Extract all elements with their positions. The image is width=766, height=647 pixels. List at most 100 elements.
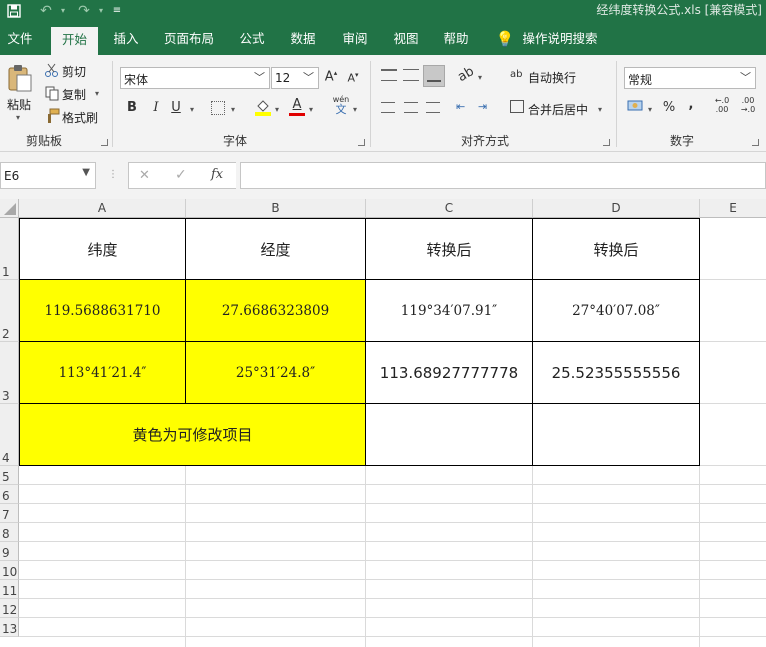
comma-style-button[interactable]: , bbox=[686, 97, 696, 112]
font-color-icon[interactable]: A bbox=[289, 97, 305, 117]
merge-center-button[interactable]: 合并后居中 bbox=[528, 101, 588, 118]
format-painter-button[interactable]: 格式刷 bbox=[62, 109, 98, 126]
tab-insert[interactable]: 插入 bbox=[106, 22, 146, 55]
customize-qat-icon[interactable]: ≡ bbox=[110, 2, 124, 20]
increase-font-size-icon[interactable]: A▴ bbox=[324, 69, 338, 84]
phonetic-dropdown-icon[interactable]: ▾ bbox=[353, 105, 357, 114]
row-header-4[interactable]: 4 bbox=[0, 404, 19, 466]
cell-c3[interactable]: 113.68927777778 bbox=[365, 341, 533, 404]
clipboard-launcher-icon[interactable] bbox=[101, 139, 108, 146]
row-header-13[interactable]: 13 bbox=[0, 618, 19, 637]
cell-d1[interactable]: 转换后 bbox=[532, 218, 700, 280]
undo-dropdown-icon[interactable]: ▾ bbox=[58, 2, 68, 20]
italic-button[interactable]: I bbox=[150, 100, 162, 115]
merge-dropdown-icon[interactable]: ▾ bbox=[598, 105, 602, 114]
row-header-7[interactable]: 7 bbox=[0, 504, 19, 523]
borders-icon[interactable] bbox=[211, 101, 225, 115]
name-box[interactable]: E6 ▼ bbox=[0, 162, 96, 189]
font-launcher-icon[interactable] bbox=[358, 139, 365, 146]
decrease-font-size-icon[interactable]: A▾ bbox=[346, 71, 360, 85]
font-color-dropdown-icon[interactable]: ▾ bbox=[309, 105, 313, 114]
borders-dropdown-icon[interactable]: ▾ bbox=[231, 105, 235, 114]
row-header-5[interactable]: 5 bbox=[0, 466, 19, 485]
paste-icon[interactable] bbox=[6, 63, 32, 93]
cell-d3[interactable]: 25.52355555556 bbox=[532, 341, 700, 404]
increase-decimal-button[interactable]: ←.0 .00 bbox=[711, 96, 733, 114]
cell-a1[interactable]: 纬度 bbox=[19, 218, 186, 280]
orientation-icon[interactable]: ab bbox=[454, 64, 477, 86]
cut-icon[interactable] bbox=[44, 62, 60, 78]
paste-button[interactable]: 粘贴 bbox=[7, 96, 31, 113]
fill-color-icon[interactable] bbox=[255, 98, 271, 116]
tab-review[interactable]: 审阅 bbox=[335, 22, 375, 55]
tab-page-layout[interactable]: 页面布局 bbox=[156, 22, 222, 55]
cell-c2[interactable]: 119°34′07.91″ bbox=[365, 279, 533, 342]
row-header-9[interactable]: 9 bbox=[0, 542, 19, 561]
bottom-align-icon[interactable] bbox=[423, 65, 445, 87]
row-header-1[interactable]: 1 bbox=[0, 218, 19, 280]
enter-icon[interactable]: ✓ bbox=[175, 167, 187, 183]
wrap-text-icon[interactable]: ab bbox=[510, 68, 524, 82]
row-header-2[interactable]: 2 bbox=[0, 280, 19, 342]
worksheet-grid[interactable]: A B C D E 1 2 3 4 5 6 7 8 9 10 11 12 13 … bbox=[0, 199, 766, 647]
fill-color-dropdown-icon[interactable]: ▾ bbox=[275, 105, 279, 114]
number-format-combo[interactable]: 常规 ﹀ bbox=[624, 67, 756, 89]
decrease-indent-icon[interactable]: ⇤ bbox=[456, 100, 472, 114]
percent-style-button[interactable]: % bbox=[662, 100, 676, 115]
cell-a3[interactable]: 113°41′21.4″ bbox=[19, 341, 186, 404]
number-launcher-icon[interactable] bbox=[752, 139, 759, 146]
decrease-decimal-button[interactable]: .00 →.0 bbox=[737, 96, 759, 114]
font-name-combo[interactable]: 宋体 ﹀ bbox=[120, 67, 270, 89]
cell-d2[interactable]: 27°40′07.08″ bbox=[532, 279, 700, 342]
column-header-a[interactable]: A bbox=[19, 199, 186, 218]
splitter-dots-icon[interactable]: ⋮ bbox=[108, 169, 118, 180]
undo-icon[interactable]: ↶ bbox=[36, 2, 56, 20]
tab-view[interactable]: 视图 bbox=[386, 22, 426, 55]
cut-button[interactable]: 剪切 bbox=[62, 63, 86, 80]
row-header-10[interactable]: 10 bbox=[0, 561, 19, 580]
merge-center-icon[interactable] bbox=[510, 100, 524, 113]
increase-indent-icon[interactable]: ⇥ bbox=[478, 100, 494, 114]
cell-d4[interactable] bbox=[532, 403, 700, 466]
phonetic-guide-button[interactable]: wén 文 bbox=[331, 95, 351, 116]
cell-a2[interactable]: 119.5688631710 bbox=[19, 279, 186, 342]
tab-help[interactable]: 帮助 bbox=[436, 22, 476, 55]
save-icon[interactable] bbox=[4, 2, 24, 20]
tab-data[interactable]: 数据 bbox=[283, 22, 323, 55]
cell-a4-merged[interactable]: 黄色为可修改项目 bbox=[19, 403, 366, 466]
align-center-icon[interactable] bbox=[404, 102, 418, 113]
select-all-corner[interactable] bbox=[0, 199, 19, 218]
row-header-11[interactable]: 11 bbox=[0, 580, 19, 599]
cell-b3[interactable]: 25°31′24.8″ bbox=[185, 341, 366, 404]
orientation-dropdown-icon[interactable]: ▾ bbox=[478, 73, 482, 82]
paste-dropdown-icon[interactable]: ▾ bbox=[16, 113, 20, 122]
tab-home[interactable]: 开始 bbox=[51, 27, 98, 55]
align-right-icon[interactable] bbox=[426, 102, 440, 113]
row-header-6[interactable]: 6 bbox=[0, 485, 19, 504]
cell-b1[interactable]: 经度 bbox=[185, 218, 366, 280]
redo-icon[interactable]: ↷ bbox=[74, 2, 94, 20]
underline-button[interactable]: U bbox=[170, 100, 182, 115]
copy-icon[interactable] bbox=[44, 85, 60, 101]
accounting-dropdown-icon[interactable]: ▾ bbox=[648, 105, 652, 114]
align-left-icon[interactable] bbox=[381, 102, 395, 113]
middle-align-icon[interactable] bbox=[403, 69, 419, 81]
top-align-icon[interactable] bbox=[381, 69, 397, 81]
cancel-icon[interactable]: ✕ bbox=[139, 168, 150, 183]
column-header-b[interactable]: B bbox=[186, 199, 366, 218]
alignment-launcher-icon[interactable] bbox=[603, 139, 610, 146]
underline-dropdown-icon[interactable]: ▾ bbox=[190, 105, 194, 114]
cell-b2[interactable]: 27.6686323809 bbox=[185, 279, 366, 342]
column-header-c[interactable]: C bbox=[366, 199, 533, 218]
tab-file[interactable]: 文件 bbox=[0, 22, 40, 55]
bold-button[interactable]: B bbox=[126, 100, 138, 115]
column-header-d[interactable]: D bbox=[533, 199, 700, 218]
redo-dropdown-icon[interactable]: ▾ bbox=[96, 2, 106, 20]
font-size-combo[interactable]: 12 ﹀ bbox=[271, 67, 319, 89]
copy-button[interactable]: 复制 bbox=[62, 86, 86, 103]
accounting-format-icon[interactable] bbox=[627, 99, 645, 115]
column-header-e[interactable]: E bbox=[700, 199, 766, 218]
format-painter-icon[interactable] bbox=[44, 108, 60, 124]
row-header-8[interactable]: 8 bbox=[0, 523, 19, 542]
tell-me-search[interactable]: 操作说明搜索 bbox=[518, 22, 602, 55]
